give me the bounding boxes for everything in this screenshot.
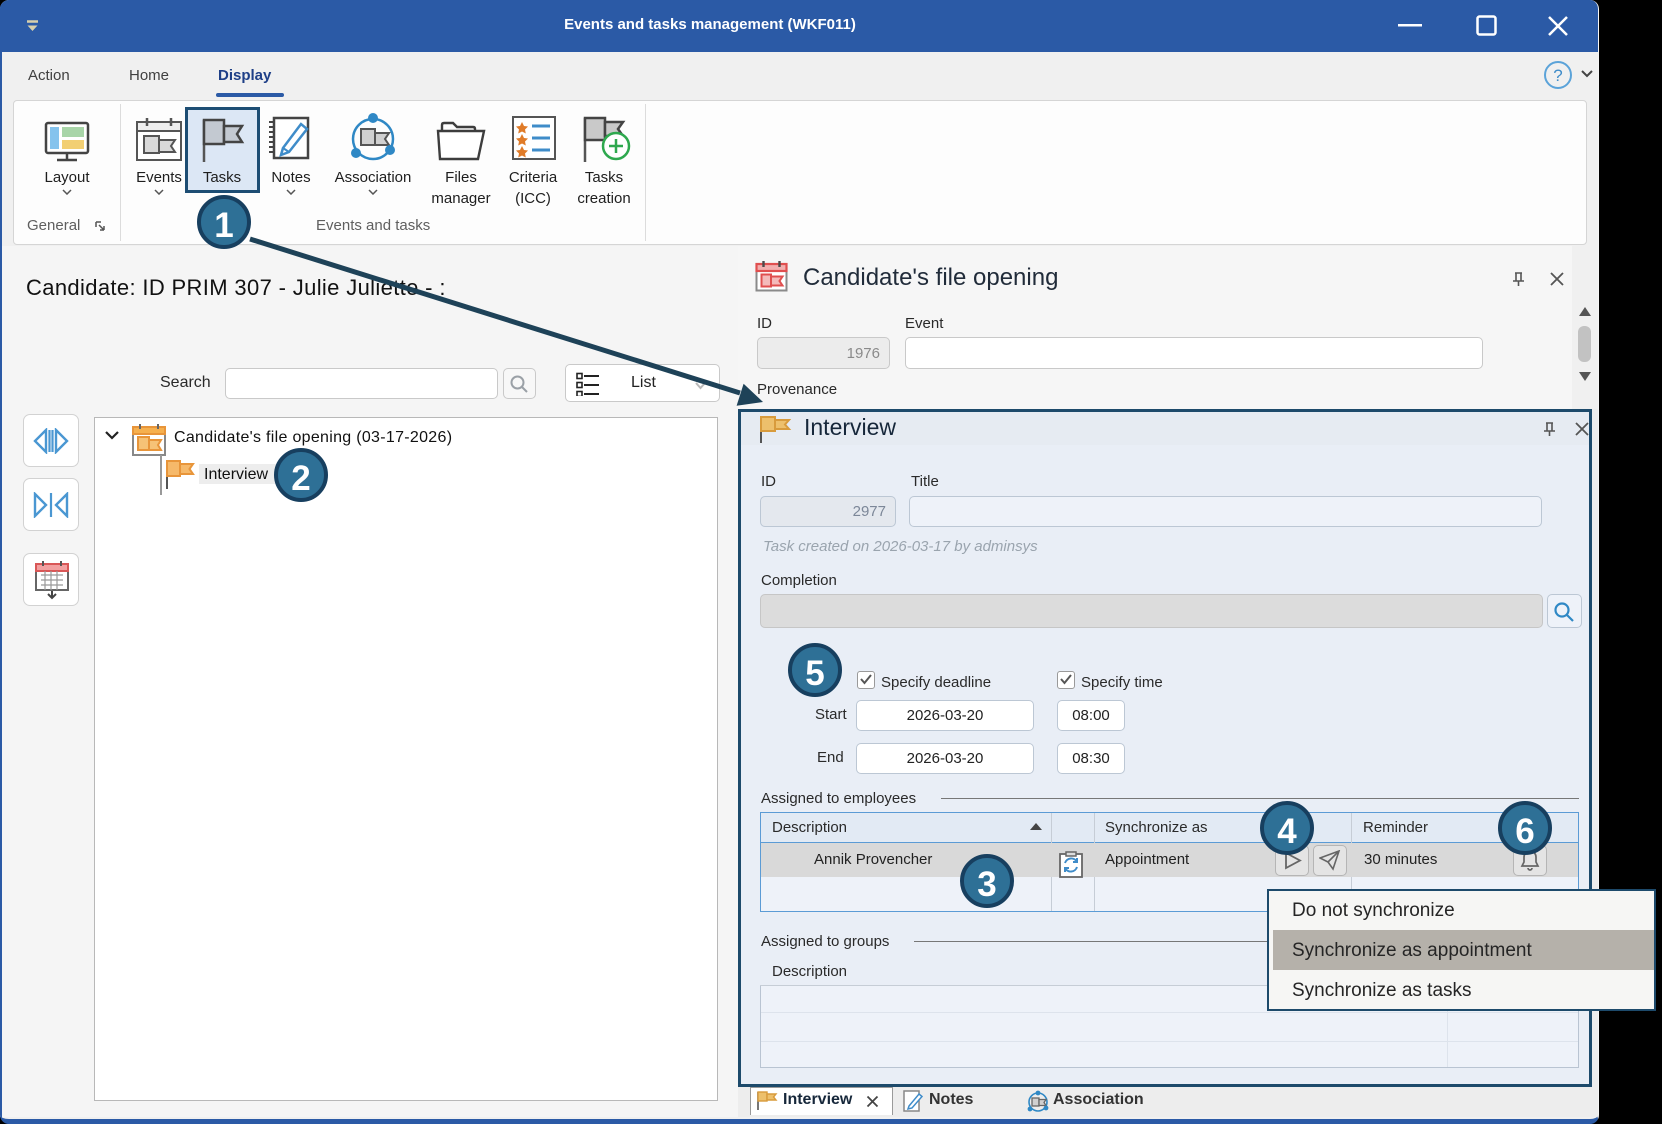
svg-text:?: ? — [1553, 66, 1562, 85]
